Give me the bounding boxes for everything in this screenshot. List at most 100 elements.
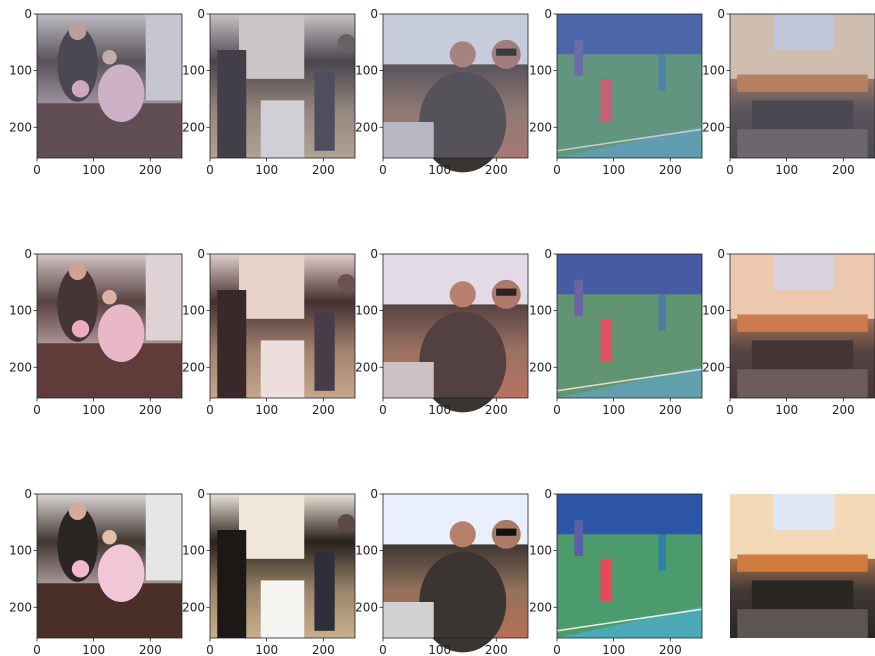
x-tick-label-0: 0	[726, 163, 734, 177]
x-tick-label-100: 100	[602, 643, 625, 656]
panel-family-table-row-3: 0 100 200 0 100 200	[9, 487, 183, 656]
y-tick-label-0: 0	[544, 487, 552, 501]
y-tick-label-0: 0	[370, 247, 378, 261]
person-right-shape	[314, 551, 335, 631]
x-tick-label-200: 200	[312, 163, 335, 177]
y-tick-label-0: 0	[24, 247, 32, 261]
x-tick-label-200: 200	[139, 643, 162, 656]
panel-kitchen-row-1: 0 100 200 0 100 200	[182, 7, 356, 177]
panel-kitchen-row-2: 0 100 200 0 100 200	[182, 247, 356, 417]
x-tick-label-0: 0	[553, 163, 561, 177]
x-tick-label-100: 100	[775, 163, 798, 177]
panel-group-row-2: 0 100 200 0 100 200	[355, 247, 529, 417]
x-tick-label-100: 100	[82, 403, 105, 417]
x-tick-label-0: 0	[33, 163, 41, 177]
y-tick-label-100: 100	[9, 544, 32, 558]
y-tick-label-100: 100	[702, 304, 725, 318]
x-tick-label-100: 100	[255, 403, 278, 417]
row-tint-overlay	[37, 14, 182, 158]
y-tick-label-0: 0	[370, 487, 378, 501]
y-tick-label-100: 100	[9, 304, 32, 318]
y-tick-label-0: 0	[544, 7, 552, 21]
y-tick-label-0: 0	[717, 247, 725, 261]
y-tick-label-200: 200	[182, 360, 205, 374]
monitor-shape	[773, 494, 835, 530]
row-tint-overlay	[210, 254, 355, 398]
y-tick-label-200: 200	[182, 600, 205, 614]
x-tick-label-0: 0	[379, 403, 387, 417]
row-tint-overlay	[730, 14, 875, 158]
x-tick-label-200: 200	[139, 403, 162, 417]
x-tick-label-200: 200	[139, 163, 162, 177]
panel-family-table-row-2: 0 100 200 0 100 200	[9, 247, 183, 417]
x-tick-label-100: 100	[82, 643, 105, 656]
y-tick-label-100: 100	[702, 64, 725, 78]
y-tick-label-0: 0	[370, 7, 378, 21]
panel-tennis-row-3: 0 100 200 0 100 200	[529, 487, 703, 656]
y-tick-label-200: 200	[702, 360, 725, 374]
y-tick-label-100: 100	[355, 304, 378, 318]
row-tint-overlay	[37, 254, 182, 398]
child-shape	[97, 544, 145, 602]
x-tick-label-200: 200	[485, 643, 508, 656]
x-tick-label-100: 100	[255, 163, 278, 177]
y-tick-label-200: 200	[9, 120, 32, 134]
y-tick-label-200: 200	[355, 360, 378, 374]
panel-computer-desk-row-1: 0 100 200 0 100 200	[702, 7, 875, 177]
y-tick-label-200: 200	[529, 600, 552, 614]
y-tick-label-0: 0	[197, 247, 205, 261]
x-tick-label-0: 0	[206, 643, 214, 656]
x-tick-label-100: 100	[428, 403, 451, 417]
x-tick-label-200: 200	[832, 163, 855, 177]
x-tick-label-200: 200	[659, 643, 682, 656]
clock-shape	[337, 514, 355, 532]
keyboard-shape	[751, 580, 854, 610]
y-tick-label-100: 100	[529, 304, 552, 318]
x-tick-label-0: 0	[553, 403, 561, 417]
panel-family-table-row-1: 0 100 200 0 100 200	[9, 7, 183, 177]
y-tick-label-200: 200	[702, 120, 725, 134]
y-tick-label-200: 200	[529, 120, 552, 134]
table-items-shape	[383, 602, 434, 638]
y-tick-label-0: 0	[197, 487, 205, 501]
row-tint-overlay	[210, 14, 355, 158]
bald-head-shape	[449, 521, 476, 548]
panel-computer-desk-row-2: 0 100 200 0 100 200	[702, 247, 875, 417]
chairs-shape	[260, 580, 305, 638]
y-tick-label-100: 100	[529, 544, 552, 558]
x-tick-label-200: 200	[312, 403, 335, 417]
desk-top-shape	[737, 554, 868, 572]
y-tick-label-200: 200	[9, 360, 32, 374]
x-tick-label-0: 0	[379, 163, 387, 177]
y-tick-label-200: 200	[9, 600, 32, 614]
panel-tennis-row-2: 0 100 200 0 100 200	[529, 247, 703, 417]
flowers-shape	[71, 560, 90, 578]
row-tint-overlay	[557, 254, 702, 398]
umpire-shape	[574, 519, 584, 556]
x-tick-label-0: 0	[206, 403, 214, 417]
x-tick-label-0: 0	[379, 643, 387, 656]
x-tick-label-0: 0	[206, 163, 214, 177]
x-tick-label-0: 0	[33, 403, 41, 417]
y-tick-label-100: 100	[529, 64, 552, 78]
x-tick-label-0: 0	[726, 403, 734, 417]
panel-kitchen-row-3: 0 100 200 0 100 200	[182, 487, 356, 656]
row-tint-overlay	[383, 14, 528, 158]
x-tick-label-200: 200	[659, 163, 682, 177]
sunglasses-shape	[496, 528, 517, 536]
x-tick-label-100: 100	[255, 643, 278, 656]
x-tick-label-200: 200	[659, 403, 682, 417]
x-tick-label-100: 100	[428, 163, 451, 177]
x-tick-label-100: 100	[428, 643, 451, 656]
y-tick-label-100: 100	[182, 544, 205, 558]
cabinet-shape	[239, 494, 305, 559]
player-near-shape	[600, 558, 613, 602]
panel-computer-desk-row-3	[730, 494, 875, 638]
y-tick-label-0: 0	[544, 247, 552, 261]
y-tick-label-200: 200	[355, 600, 378, 614]
x-tick-label-200: 200	[485, 163, 508, 177]
y-tick-label-100: 100	[355, 544, 378, 558]
window-shape	[145, 494, 182, 581]
player-far-shape	[658, 534, 666, 571]
y-tick-label-0: 0	[24, 7, 32, 21]
